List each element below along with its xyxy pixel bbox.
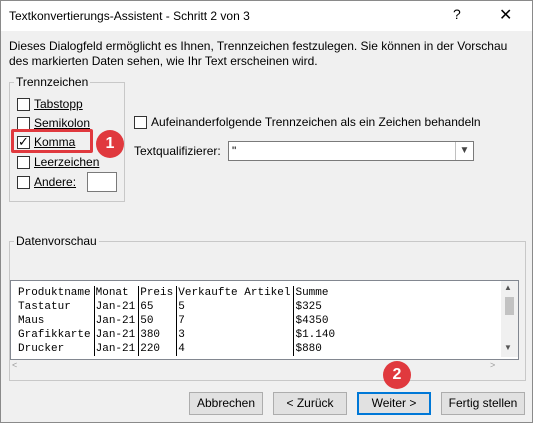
table-row: Tastatur Jan-21 65 5 $325 <box>17 300 468 314</box>
horizontal-scrollbar[interactable]: < > <box>10 359 500 376</box>
consecutive-delimiters-checkbox[interactable] <box>134 116 147 129</box>
other-label[interactable]: Andere: <box>34 175 76 189</box>
data-preview-table: Produktname Monat Preis Verkaufte Artike… <box>17 286 468 356</box>
table-cell[interactable]: $325 <box>294 300 469 314</box>
back-button[interactable]: < Zurück <box>273 392 347 415</box>
table-cell[interactable]: Tastatur <box>17 300 95 314</box>
table-cell[interactable]: Summe <box>294 286 469 300</box>
window-title: Textkonvertierungs-Assistent - Schritt 2… <box>9 9 250 23</box>
text-qualifier-select[interactable]: " ▼ <box>228 141 474 161</box>
vertical-scrollbar[interactable]: ▲ ▼ <box>501 281 518 357</box>
table-cell[interactable]: 3 <box>176 328 295 342</box>
space-checkbox[interactable] <box>17 156 30 169</box>
table-header-row: Produktname Monat Preis Verkaufte Artike… <box>17 286 468 300</box>
scroll-left-icon[interactable]: < <box>12 360 17 370</box>
table-cell[interactable]: Preis <box>138 286 178 300</box>
scroll-down-icon[interactable]: ▼ <box>504 343 512 352</box>
delimiters-legend: Trennzeichen <box>14 75 91 89</box>
step-badge-1: 1 <box>96 130 124 158</box>
help-button[interactable]: ? <box>453 6 461 22</box>
table-cell[interactable]: Drucker <box>17 342 95 356</box>
comma-highlight-box <box>11 129 93 153</box>
table-row: Maus Jan-21 50 7 $4350 <box>17 314 468 328</box>
consecutive-delimiters-label[interactable]: Aufeinanderfolgende Trennzeichen als ein… <box>151 115 481 129</box>
scrollbar-thumb[interactable] <box>505 297 514 315</box>
text-qualifier-value: " <box>232 144 237 158</box>
table-cell[interactable]: $880 <box>294 342 469 356</box>
data-preview-box[interactable]: Produktname Monat Preis Verkaufte Artike… <box>10 280 519 360</box>
finish-button[interactable]: Fertig stellen <box>441 392 525 415</box>
scroll-right-icon[interactable]: > <box>490 360 495 370</box>
table-cell[interactable]: $4350 <box>294 314 469 328</box>
table-cell[interactable]: 380 <box>138 328 178 342</box>
close-button[interactable]: ✕ <box>499 5 512 25</box>
data-preview-legend: Datenvorschau <box>14 234 99 248</box>
other-checkbox[interactable] <box>17 176 30 189</box>
table-row: Grafikkarte Jan-21 380 3 $1.140 <box>17 328 468 342</box>
chevron-down-icon[interactable]: ▼ <box>455 142 473 160</box>
table-cell[interactable]: Grafikkarte <box>17 328 95 342</box>
other-delimiter-input[interactable] <box>87 172 117 192</box>
table-cell[interactable]: Maus <box>17 314 95 328</box>
table-cell[interactable]: 50 <box>138 314 178 328</box>
text-qualifier-label: Textqualifizierer: <box>134 144 221 158</box>
table-cell[interactable]: $1.140 <box>294 328 469 342</box>
table-cell[interactable]: 5 <box>176 300 295 314</box>
tab-label[interactable]: Tabstopp <box>34 97 83 111</box>
table-cell[interactable]: Jan-21 <box>94 342 140 356</box>
table-cell[interactable]: 4 <box>176 342 295 356</box>
text-import-wizard-dialog: Textkonvertierungs-Assistent - Schritt 2… <box>0 0 533 423</box>
step-badge-2: 2 <box>383 361 411 389</box>
semicolon-label[interactable]: Semikolon <box>34 116 90 130</box>
table-row: Drucker Jan-21 220 4 $880 <box>17 342 468 356</box>
table-cell[interactable]: Monat <box>94 286 140 300</box>
tab-checkbox[interactable] <box>17 98 30 111</box>
table-cell[interactable]: 7 <box>176 314 295 328</box>
table-cell[interactable]: 220 <box>138 342 178 356</box>
table-cell[interactable]: Produktname <box>17 286 95 300</box>
title-bar: Textkonvertierungs-Assistent - Schritt 2… <box>1 1 532 31</box>
cancel-button[interactable]: Abbrechen <box>189 392 263 415</box>
next-button[interactable]: Weiter > <box>357 392 431 415</box>
table-cell[interactable]: Verkaufte Artikel <box>176 286 295 300</box>
table-cell[interactable]: 65 <box>138 300 178 314</box>
scroll-up-icon[interactable]: ▲ <box>504 283 512 292</box>
table-cell[interactable]: Jan-21 <box>94 328 140 342</box>
description-text: Dieses Dialogfeld ermöglicht es Ihnen, T… <box>9 39 508 68</box>
table-cell[interactable]: Jan-21 <box>94 314 140 328</box>
table-cell[interactable]: Jan-21 <box>94 300 140 314</box>
space-label[interactable]: Leerzeichen <box>34 155 99 169</box>
